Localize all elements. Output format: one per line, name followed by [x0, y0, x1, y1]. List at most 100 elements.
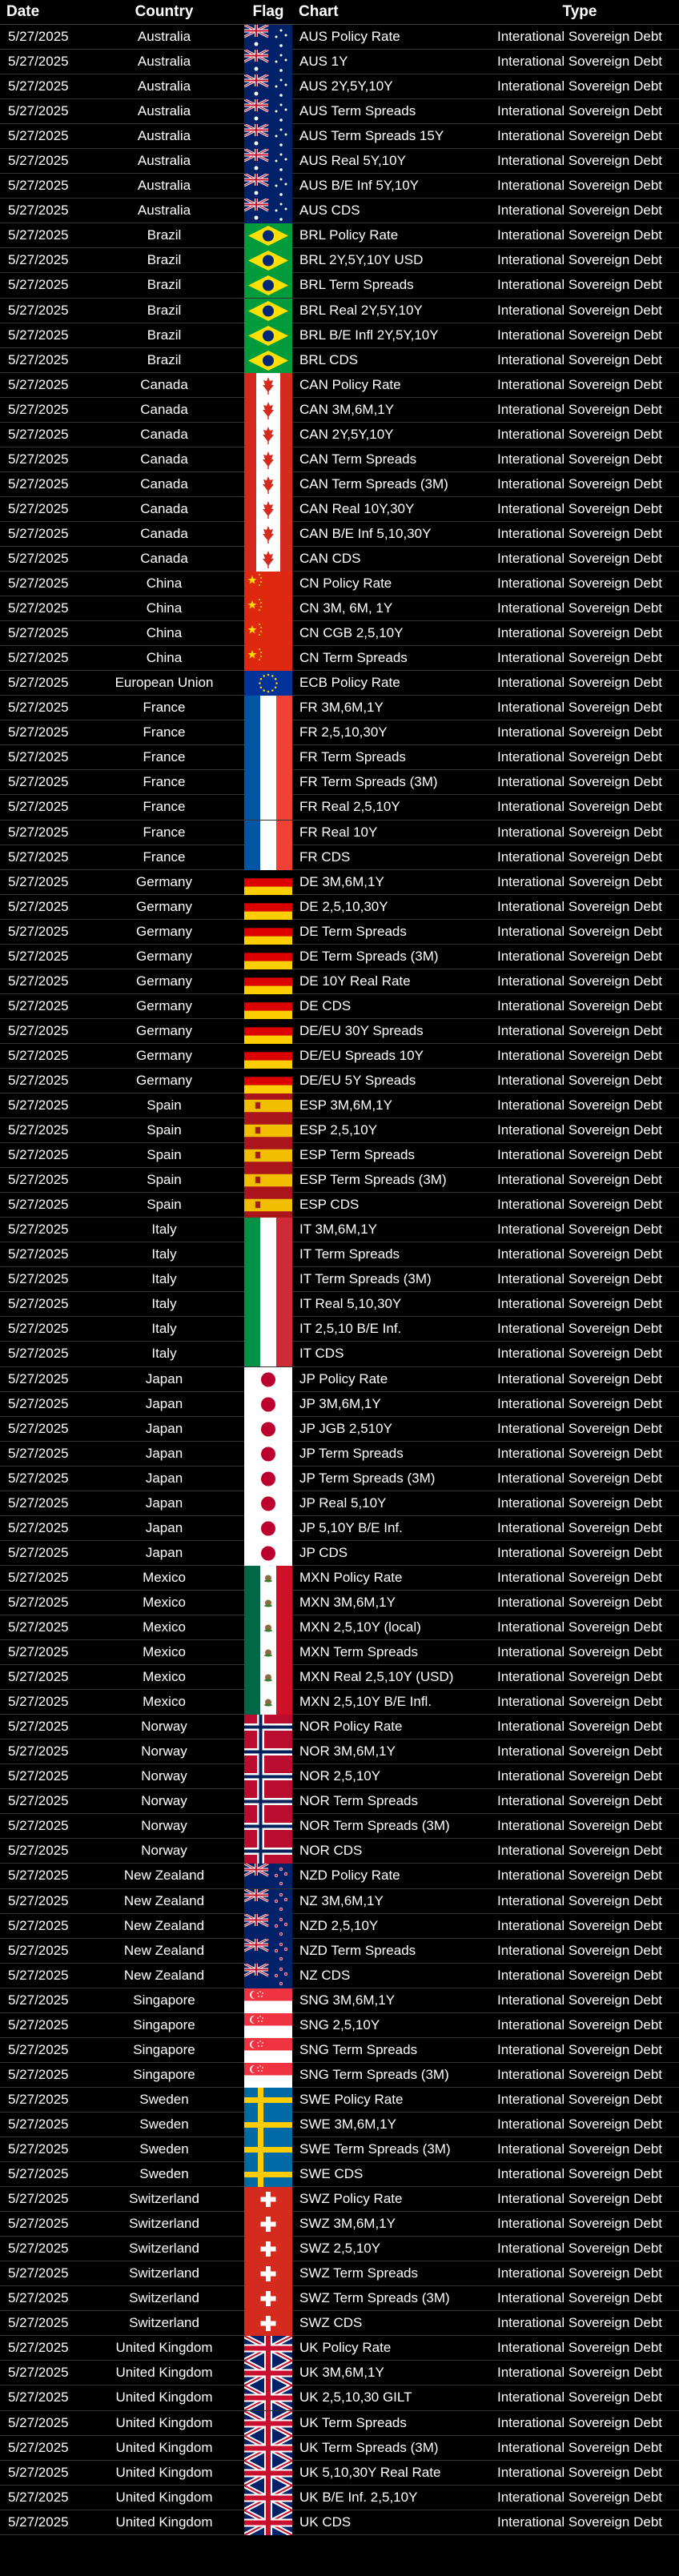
cell-date: 5/27/2025 [8, 1967, 69, 1983]
table-header: Date Country Flag Chart Type [0, 0, 679, 25]
cell-country: Italy [151, 1346, 177, 1362]
cell-chart: CAN B/E Inf 5,10,30Y [299, 525, 432, 541]
flag-gb-icon [244, 2485, 292, 2510]
header-flag: Flag [252, 3, 284, 20]
cell-chart: FR Term Spreads [299, 749, 406, 765]
flag-au-icon [244, 174, 292, 199]
table-row: 5/27/2025 Norway NOR Policy Rate Interation… [0, 1715, 679, 1740]
cell-date: 5/27/2025 [8, 1197, 69, 1213]
cell-date: 5/27/2025 [8, 327, 69, 343]
cell-date: 5/27/2025 [8, 625, 69, 641]
flag-ca-icon [244, 447, 292, 472]
table-row: 5/27/2025 Brazil BRL B/E Infl 2Y,5Y,10Y Int… [0, 323, 679, 348]
flag-no-icon [244, 1789, 292, 1815]
cell-country: Spain [147, 1172, 182, 1188]
cell-type: Interational Sovereign Debt [496, 78, 663, 94]
cell-country: Spain [147, 1197, 182, 1213]
cell-date: 5/27/2025 [8, 2191, 69, 2207]
flag-de-icon [244, 969, 292, 994]
cell-type: Interational Sovereign Debt [496, 2464, 663, 2480]
table-row: 5/27/2025 Norway NOR Term Spreads Interatio… [0, 1789, 679, 1815]
header-chart: Chart [299, 3, 339, 20]
header-country: Country [135, 3, 194, 20]
table-row: 5/27/2025 Mexico MXN Policy Rate Interation… [0, 1565, 679, 1591]
cell-country: United Kingdom [115, 2464, 213, 2480]
cell-chart: AUS Policy Rate [299, 29, 400, 44]
table-row: 5/27/2025 Sweden SWE Term Spreads (3M) Inte… [0, 2137, 679, 2163]
flag-ca-icon [244, 422, 292, 447]
cell-type: Interational Sovereign Debt [496, 1843, 663, 1859]
flag-sg-icon [244, 2062, 292, 2088]
cell-chart: SWZ Policy Rate [299, 2191, 403, 2207]
cell-country: Brazil [147, 277, 182, 293]
cell-chart: IT Term Spreads (3M) [299, 1271, 432, 1287]
cell-chart: BRL Term Spreads [299, 277, 414, 293]
flag-gb-icon [244, 2361, 292, 2386]
cell-type: Interational Sovereign Debt [496, 1047, 663, 1063]
table-row: 5/27/2025 Switzerland SWZ Term Spreads Inte… [0, 2261, 679, 2287]
cell-type: Interational Sovereign Debt [496, 426, 663, 442]
table-row: 5/27/2025 Australia AUS Term Spreads Intera… [0, 99, 679, 125]
cell-country: China [146, 600, 183, 616]
cell-type: Interational Sovereign Debt [496, 2216, 663, 2232]
cell-type: Interational Sovereign Debt [496, 153, 663, 169]
flag-jp-icon [244, 1366, 292, 1392]
cell-date: 5/27/2025 [8, 1097, 69, 1113]
cell-chart: JP Real 5,10Y [299, 1495, 387, 1511]
cell-type: Interational Sovereign Debt [496, 1892, 663, 1908]
cell-type: Interational Sovereign Debt [496, 948, 663, 964]
cell-type: Interational Sovereign Debt [496, 1470, 663, 1486]
cell-country: New Zealand [123, 1892, 205, 1908]
table-row: 5/27/2025 Italy IT CDS Interational Soverei… [0, 1342, 679, 1367]
table-row: 5/27/2025 Japan JP JGB 2,510Y Interational … [0, 1416, 679, 1442]
cell-type: Interational Sovereign Debt [496, 1992, 663, 2008]
cell-country: Canada [140, 401, 188, 417]
flag-no-icon [244, 1739, 292, 1765]
cell-date: 5/27/2025 [8, 2216, 69, 2232]
flag-cn-icon [244, 596, 292, 622]
cell-type: Interational Sovereign Debt [496, 203, 663, 219]
cell-type: Interational Sovereign Debt [496, 1619, 663, 1635]
table-row: 5/27/2025 Australia AUS B/E Inf 5Y,10Y Inte… [0, 174, 679, 199]
cell-country: Germany [136, 873, 192, 889]
flag-sg-icon [244, 2037, 292, 2063]
cell-date: 5/27/2025 [8, 1843, 69, 1859]
cell-date: 5/27/2025 [8, 252, 69, 268]
flag-ca-icon [244, 546, 292, 572]
cell-chart: UK B/E Inf. 2,5,10Y [299, 2489, 418, 2505]
cell-chart: FR Term Spreads (3M) [299, 774, 438, 790]
cell-chart: DE/EU 5Y Spreads [299, 1072, 416, 1088]
table-row: 5/27/2025 Italy IT Real 5,10,30Y Interation… [0, 1292, 679, 1318]
flag-nz-icon [244, 1963, 292, 1988]
cell-chart: NZ 3M,6M,1Y [299, 1892, 384, 1908]
cell-country: New Zealand [123, 1917, 205, 1933]
cell-chart: SWZ Term Spreads [299, 2265, 419, 2281]
table-row: 5/27/2025 Singapore SNG Term Spreads Intera… [0, 2037, 679, 2063]
cell-type: Interational Sovereign Debt [496, 227, 663, 243]
cell-type: Interational Sovereign Debt [496, 2489, 663, 2505]
cell-type: Interational Sovereign Debt [496, 1594, 663, 1610]
cell-type: Interational Sovereign Debt [496, 997, 663, 1013]
cell-type: Interational Sovereign Debt [496, 1917, 663, 1933]
cell-type: Interational Sovereign Debt [496, 2340, 663, 2356]
cell-type: Interational Sovereign Debt [496, 1445, 663, 1461]
cell-chart: JP Term Spreads (3M) [299, 1470, 436, 1486]
cell-date: 5/27/2025 [8, 774, 69, 790]
flag-mx-icon [244, 1665, 292, 1691]
cell-date: 5/27/2025 [8, 2016, 69, 2032]
cell-date: 5/27/2025 [8, 2365, 69, 2381]
cell-country: Australia [137, 153, 191, 169]
cell-country: Germany [136, 997, 192, 1013]
table-row: 5/27/2025 Italy IT Term Spreads (3M) Intera… [0, 1267, 679, 1293]
table-row: 5/27/2025 Brazil BRL 2Y,5Y,10Y USD Interati… [0, 248, 679, 274]
table-row: 5/27/2025 France FR CDS Interational Sovere… [0, 845, 679, 870]
cell-chart: SNG 3M,6M,1Y [299, 1992, 396, 2008]
cell-date: 5/27/2025 [8, 1147, 69, 1163]
table-row: 5/27/2025 Sweden SWE Policy Rate Interation… [0, 2087, 679, 2113]
cell-date: 5/27/2025 [8, 103, 69, 119]
cell-country: European Union [115, 675, 214, 691]
cell-date: 5/27/2025 [8, 128, 69, 144]
cell-date: 5/27/2025 [8, 1420, 69, 1436]
cell-date: 5/27/2025 [8, 1793, 69, 1809]
flag-eu-icon [244, 671, 292, 696]
